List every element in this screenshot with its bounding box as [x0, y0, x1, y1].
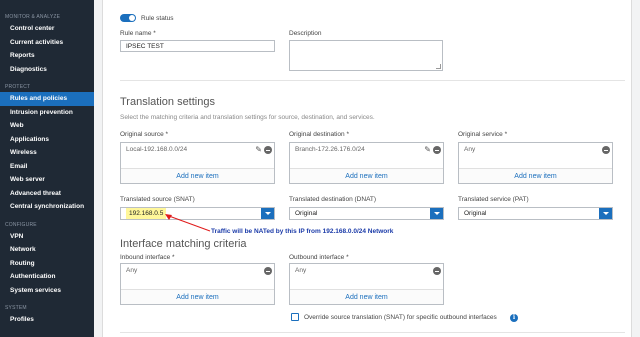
section-divider: [120, 332, 625, 333]
annotation-arrow: [165, 214, 211, 232]
remove-icon[interactable]: [433, 146, 441, 154]
original-service-label: Original service *: [458, 131, 508, 138]
outbound-interface-label: Outbound interface *: [289, 254, 349, 261]
sidebar-item-advanced-threat[interactable]: Advanced threat: [0, 187, 94, 201]
rule-status-toggle[interactable]: [120, 14, 136, 22]
rule-status-label: Rule status: [141, 15, 174, 22]
translated-destination-label: Translated destination (DNAT): [289, 196, 377, 203]
original-destination-label: Original destination *: [289, 131, 349, 138]
sidebar-item-profiles[interactable]: Profiles: [0, 313, 94, 327]
add-original-destination-button[interactable]: Add new item: [290, 168, 443, 183]
sidebar-item-web-server[interactable]: Web server: [0, 173, 94, 187]
remove-icon[interactable]: [264, 146, 272, 154]
snat-annotation: Traffic will be NATed by this IP from 19…: [211, 228, 394, 235]
sidebar-item-network[interactable]: Network: [0, 243, 94, 257]
remove-icon[interactable]: [602, 146, 610, 154]
sidebar-item-email[interactable]: Email: [0, 160, 94, 174]
sidebar-item-rules-and-policies[interactable]: Rules and policies: [0, 92, 94, 106]
sidebar-item-central-synchronization[interactable]: Central synchronization: [0, 200, 94, 214]
original-destination-list: Branch-172.26.176.0/24 ✎ Add new item: [289, 142, 444, 184]
inbound-interface-entry[interactable]: Any: [126, 267, 137, 274]
sidebar-item-reports[interactable]: Reports: [0, 49, 94, 63]
main-content: Rule status Rule name * IPSEC TEST Descr…: [94, 0, 640, 337]
sidebar-item-current-activities[interactable]: Current activities: [0, 36, 94, 50]
add-original-service-button[interactable]: Add new item: [459, 168, 612, 183]
nat-rule-form: Rule status Rule name * IPSEC TEST Descr…: [102, 0, 632, 337]
original-source-list: Local-192.168.0.0/24 ✎ Add new item: [120, 142, 275, 184]
translated-destination-value: Original: [295, 210, 318, 217]
original-destination-entry[interactable]: Branch-172.26.176.0/24: [295, 146, 365, 153]
sidebar-item-web[interactable]: Web: [0, 119, 94, 133]
sidebar-item-system-services[interactable]: System services: [0, 284, 94, 298]
description-textarea[interactable]: [289, 40, 443, 71]
sidebar-item-wireless[interactable]: Wireless: [0, 146, 94, 160]
translated-destination-select[interactable]: Original: [289, 207, 444, 220]
inbound-interface-list: Any Add new item: [120, 263, 275, 305]
sidebar-item-authentication[interactable]: Authentication: [0, 270, 94, 284]
translated-service-select[interactable]: Original: [458, 207, 613, 220]
section-divider: [120, 80, 625, 81]
override-snat-checkbox[interactable]: [291, 313, 299, 321]
original-source-label: Original source *: [120, 131, 169, 138]
sidebar-item-routing[interactable]: Routing: [0, 257, 94, 271]
chevron-down-icon[interactable]: [599, 208, 612, 219]
remove-icon[interactable]: [433, 267, 441, 275]
original-service-entry[interactable]: Any: [464, 146, 475, 153]
sidebar-item-intrusion-prevention[interactable]: Intrusion prevention: [0, 106, 94, 120]
chevron-down-icon[interactable]: [261, 208, 274, 219]
sidebar-item-applications[interactable]: Applications: [0, 133, 94, 147]
chevron-down-icon[interactable]: [430, 208, 443, 219]
rule-name-label: Rule name *: [120, 30, 156, 37]
sidebar-section-title: PROTECT: [5, 84, 31, 90]
sidebar-section-title: CONFIGURE: [5, 221, 37, 228]
sidebar-item-diagnostics[interactable]: Diagnostics: [0, 63, 94, 77]
outbound-interface-list: Any Add new item: [289, 263, 444, 305]
description-label: Description: [289, 30, 322, 37]
edit-icon[interactable]: ✎: [255, 146, 262, 154]
original-service-list: Any Add new item: [458, 142, 613, 184]
translation-settings-subtitle: Select the matching criteria and transla…: [120, 114, 375, 121]
add-original-source-button[interactable]: Add new item: [121, 168, 274, 183]
remove-icon[interactable]: [264, 267, 272, 275]
info-icon[interactable]: i: [510, 314, 518, 322]
translated-service-value: Original: [464, 210, 487, 217]
sidebar-section-title: MONITOR & ANALYZE: [5, 14, 61, 20]
original-source-entry[interactable]: Local-192.168.0.0/24: [126, 146, 187, 153]
edit-icon[interactable]: ✎: [424, 146, 431, 154]
translated-service-label: Translated service (PAT): [458, 196, 529, 203]
interface-matching-heading: Interface matching criteria: [120, 238, 247, 250]
sidebar-item-vpn[interactable]: VPN: [0, 230, 94, 244]
add-outbound-interface-button[interactable]: Add new item: [290, 289, 443, 304]
override-snat-label: Override source translation (SNAT) for s…: [304, 314, 497, 321]
add-inbound-interface-button[interactable]: Add new item: [121, 289, 274, 304]
sidebar-nav: MONITOR & ANALYZE Control center Current…: [0, 0, 94, 337]
sidebar-section-title: SYSTEM: [5, 305, 27, 311]
inbound-interface-label: Inbound interface *: [120, 254, 175, 261]
rule-name-input[interactable]: IPSEC TEST: [120, 40, 275, 52]
sidebar-item-control-center[interactable]: Control center: [0, 22, 94, 36]
translated-source-value: 192.168.0.5: [126, 208, 167, 219]
translation-settings-heading: Translation settings: [120, 96, 215, 108]
outbound-interface-entry[interactable]: Any: [295, 267, 306, 274]
translated-source-label: Translated source (SNAT): [120, 196, 195, 203]
